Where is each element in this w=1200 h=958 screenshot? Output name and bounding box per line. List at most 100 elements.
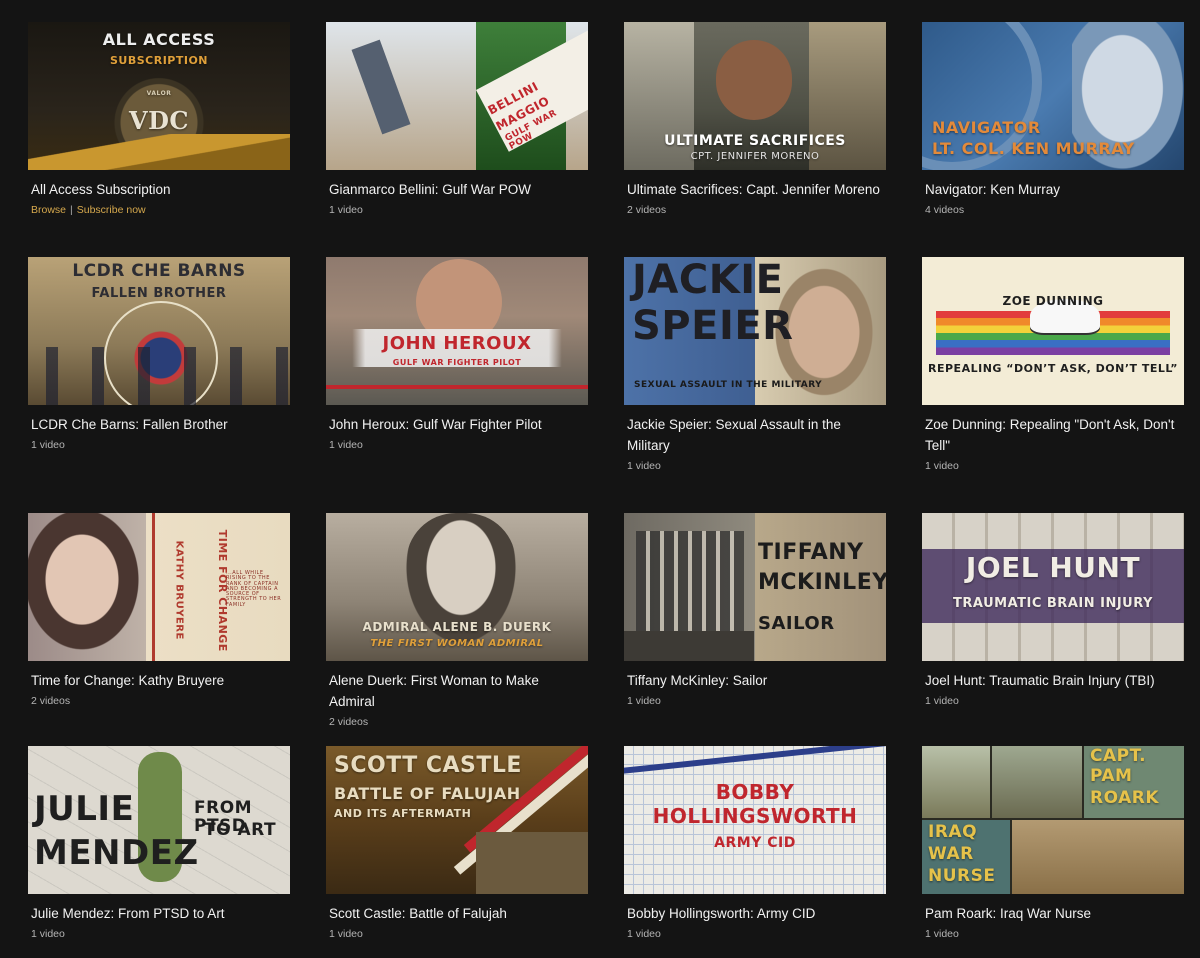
video-count: 1 video	[627, 928, 661, 940]
thumb-subtitle: FALLEN BROTHER	[91, 286, 227, 301]
thumbnail[interactable]: JACKIE SPEIER SEXUAL ASSAULT IN THE MILI…	[624, 257, 886, 405]
browse-link[interactable]: Browse	[31, 204, 66, 216]
collection-card-hollingsworth[interactable]: BOBBY HOLLINGSWORTH ARMY CID Bobby Holli…	[624, 746, 886, 940]
collection-card-castle[interactable]: SCOTT CASTLE BATTLE OF FALUJAH AND ITS A…	[326, 746, 588, 940]
collection-card-all-access[interactable]: ALL ACCESS SUBSCRIPTION VDC VALOR All Ac…	[28, 22, 290, 216]
thumb-title: BOBBY	[715, 780, 795, 804]
collection-card-dunning[interactable]: ZOE DUNNING REPEALING “DON’T ASK, DON’T …	[922, 257, 1184, 472]
card-title[interactable]: Gianmarco Bellini: Gulf War POW	[326, 179, 588, 200]
card-title[interactable]: Zoe Dunning: Repealing "Don't Ask, Don't…	[922, 414, 1184, 456]
thumb-subtitle: REPEALING “DON’T ASK, DON’T TELL”	[928, 362, 1178, 375]
thumb-subtitle-2: TO ART	[204, 820, 277, 840]
thumb-subtitle: THE FIRST WOMAN ADMIRAL	[370, 638, 544, 649]
thumb-title: NAVIGATOR	[932, 118, 1041, 137]
thumb-title-2: PAM	[1090, 766, 1133, 786]
card-title[interactable]: Jackie Speier: Sexual Assault in the Mil…	[624, 414, 886, 456]
card-title[interactable]: Julie Mendez: From PTSD to Art	[28, 903, 290, 924]
thumb-subtitle: SEXUAL ASSAULT IN THE MILITARY	[634, 380, 823, 390]
thumb-subtitle: BATTLE OF FALUJAH	[334, 784, 521, 803]
thumbnail[interactable]: ADMIRAL ALENE B. DUERK THE FIRST WOMAN A…	[326, 513, 588, 661]
separator: |	[70, 204, 73, 216]
thumb-title: JULIE	[34, 789, 135, 829]
collection-card-duerk[interactable]: ADMIRAL ALENE B. DUERK THE FIRST WOMAN A…	[326, 513, 588, 728]
card-title[interactable]: Bobby Hollingsworth: Army CID	[624, 903, 886, 924]
collection-card-hunt[interactable]: JOEL HUNT TRAUMATIC BRAIN INJURY Joel Hu…	[922, 513, 1184, 707]
collection-card-speier[interactable]: JACKIE SPEIER SEXUAL ASSAULT IN THE MILI…	[624, 257, 886, 472]
video-count: 1 video	[31, 439, 65, 451]
video-count: 1 video	[329, 928, 363, 940]
thumbnail[interactable]: LCDR CHE BARNS FALLEN BROTHER	[28, 257, 290, 405]
thumbnail[interactable]: TIME FOR CHANGE KATHY BRUYERE ...ALL WHI…	[28, 513, 290, 661]
video-count: 2 videos	[627, 204, 667, 216]
collection-card-barns[interactable]: LCDR CHE BARNS FALLEN BROTHER LCDR Che B…	[28, 257, 290, 451]
thumb-subtitle: KATHY BRUYERE	[173, 540, 185, 640]
thumb-subtitle: GULF WAR FIGHTER PILOT	[392, 358, 522, 367]
thumb-subtitle: ARMY CID	[714, 835, 796, 851]
card-title[interactable]: Joel Hunt: Traumatic Brain Injury (TBI)	[922, 670, 1184, 691]
thumb-title: SCOTT CASTLE	[334, 753, 522, 778]
thumbnail[interactable]: ZOE DUNNING REPEALING “DON’T ASK, DON’T …	[922, 257, 1184, 405]
card-title[interactable]: LCDR Che Barns: Fallen Brother	[28, 414, 290, 435]
card-title[interactable]: Tiffany McKinley: Sailor	[624, 670, 886, 691]
thumb-subtitle: IRAQ	[928, 822, 978, 842]
thumbnail[interactable]: SCOTT CASTLE BATTLE OF FALUJAH AND ITS A…	[326, 746, 588, 894]
collection-card-roark[interactable]: CAPT. PAM ROARK IRAQ WAR NURSE Pam Roark…	[922, 746, 1184, 940]
collection-card-murray[interactable]: NAVIGATOR LT. COL. KEN MURRAY Navigator:…	[922, 22, 1184, 216]
thumb-title: TIFFANY	[758, 540, 864, 565]
video-count: 1 video	[925, 695, 959, 707]
card-title[interactable]: Alene Duerk: First Woman to Make Admiral	[326, 670, 588, 712]
collection-card-mendez[interactable]: JULIE MENDEZ FROM PTSD TO ART Julie Mend…	[28, 746, 290, 940]
thumb-title-3: ROARK	[1090, 788, 1160, 808]
video-count: 1 video	[925, 460, 959, 472]
thumb-caption: AND ITS AFTERMATH	[334, 807, 472, 820]
collection-card-bruyere[interactable]: TIME FOR CHANGE KATHY BRUYERE ...ALL WHI…	[28, 513, 290, 707]
video-count: 2 videos	[329, 716, 369, 728]
thumb-subtitle-3: NURSE	[928, 866, 996, 886]
card-title[interactable]: All Access Subscription	[28, 179, 290, 200]
thumb-title-2: HOLLINGSWORTH	[652, 804, 858, 828]
thumb-subtitle: TRAUMATIC BRAIN INJURY	[953, 596, 1153, 611]
thumb-title: JOEL HUNT	[965, 551, 1141, 584]
thumbnail[interactable]: BOBBY HOLLINGSWORTH ARMY CID	[624, 746, 886, 894]
thumbnail[interactable]: ULTIMATE SACRIFICES CPT. JENNIFER MORENO	[624, 22, 886, 170]
thumb-subtitle: LT. COL. KEN MURRAY	[932, 139, 1135, 158]
video-count: 1 video	[627, 695, 661, 707]
collection-card-moreno[interactable]: ULTIMATE SACRIFICES CPT. JENNIFER MORENO…	[624, 22, 886, 216]
thumbnail[interactable]: CAPT. PAM ROARK IRAQ WAR NURSE	[922, 746, 1184, 894]
card-title[interactable]: Pam Roark: Iraq War Nurse	[922, 903, 1184, 924]
card-title[interactable]: Ultimate Sacrifices: Capt. Jennifer More…	[624, 179, 886, 200]
thumb-title: LCDR CHE BARNS	[72, 261, 246, 281]
thumb-title: ULTIMATE SACRIFICES	[664, 133, 846, 149]
thumbnail[interactable]: BELLINI MAGGIO GULF WAR POW	[326, 22, 588, 170]
collection-card-heroux[interactable]: JOHN HEROUX GULF WAR FIGHTER PILOT John …	[326, 257, 588, 451]
thumb-subtitle: SAILOR	[758, 613, 835, 634]
thumb-title: JOHN HEROUX	[382, 333, 532, 354]
thumb-title-2: MENDEZ	[34, 833, 199, 873]
card-title[interactable]: Time for Change: Kathy Bruyere	[28, 670, 290, 691]
card-title[interactable]: Navigator: Ken Murray	[922, 179, 1184, 200]
thumb-title: JACKIE	[632, 257, 784, 303]
thumb-caption: ...ALL WHILE RISING TO THE RANK OF CAPTA…	[226, 570, 282, 608]
thumbnail[interactable]: JOEL HUNT TRAUMATIC BRAIN INJURY	[922, 513, 1184, 661]
thumbnail[interactable]: NAVIGATOR LT. COL. KEN MURRAY	[922, 22, 1184, 170]
vdc-logo: VDC	[128, 106, 190, 135]
collection-card-mckinley[interactable]: TIFFANY MCKINLEY SAILOR Tiffany McKinley…	[624, 513, 886, 707]
thumb-title: ZOE DUNNING	[1002, 294, 1104, 308]
thumbnail[interactable]: ALL ACCESS SUBSCRIPTION VDC VALOR	[28, 22, 290, 170]
card-links: Browse | Subscribe now	[28, 204, 290, 216]
thumb-title: CAPT.	[1090, 746, 1147, 766]
thumb-subtitle: SUBSCRIPTION	[109, 54, 208, 67]
thumbnail[interactable]: TIFFANY MCKINLEY SAILOR	[624, 513, 886, 661]
card-title[interactable]: Scott Castle: Battle of Falujah	[326, 903, 588, 924]
thumb-title-2: SPEIER	[632, 303, 794, 349]
valor-seal-text: VALOR	[146, 90, 172, 97]
collection-card-bellini[interactable]: BELLINI MAGGIO GULF WAR POW Gianmarco Be…	[326, 22, 588, 216]
card-title[interactable]: John Heroux: Gulf War Fighter Pilot	[326, 414, 588, 435]
video-count: 1 video	[31, 928, 65, 940]
thumb-title: ALL ACCESS	[102, 30, 216, 49]
subscribe-now-link[interactable]: Subscribe now	[77, 204, 146, 216]
thumbnail[interactable]: JULIE MENDEZ FROM PTSD TO ART	[28, 746, 290, 894]
video-count: 1 video	[329, 439, 363, 451]
thumbnail[interactable]: JOHN HEROUX GULF WAR FIGHTER PILOT	[326, 257, 588, 405]
thumb-subtitle-2: WAR	[928, 844, 974, 864]
